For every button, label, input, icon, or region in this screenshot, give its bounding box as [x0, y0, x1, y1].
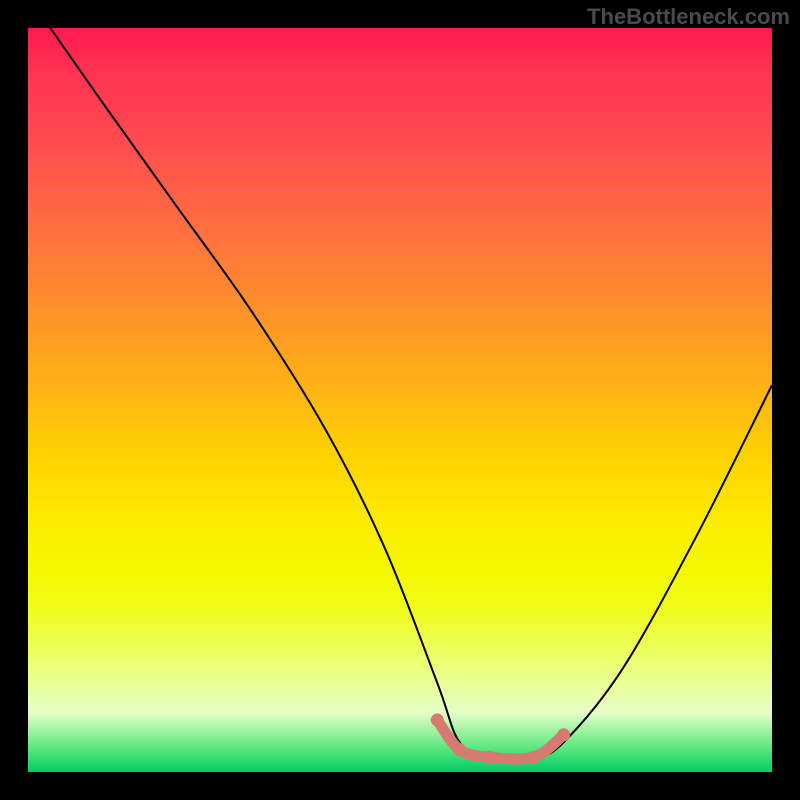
- highlight-dot: [557, 728, 570, 741]
- highlight-dot: [483, 751, 496, 764]
- watermark-text: TheBottleneck.com: [587, 4, 790, 30]
- highlight-dot: [527, 751, 540, 764]
- chart-svg: [28, 28, 772, 772]
- bottleneck-curve: [50, 28, 772, 759]
- highlight-dot: [431, 713, 444, 726]
- highlight-dot: [453, 743, 466, 756]
